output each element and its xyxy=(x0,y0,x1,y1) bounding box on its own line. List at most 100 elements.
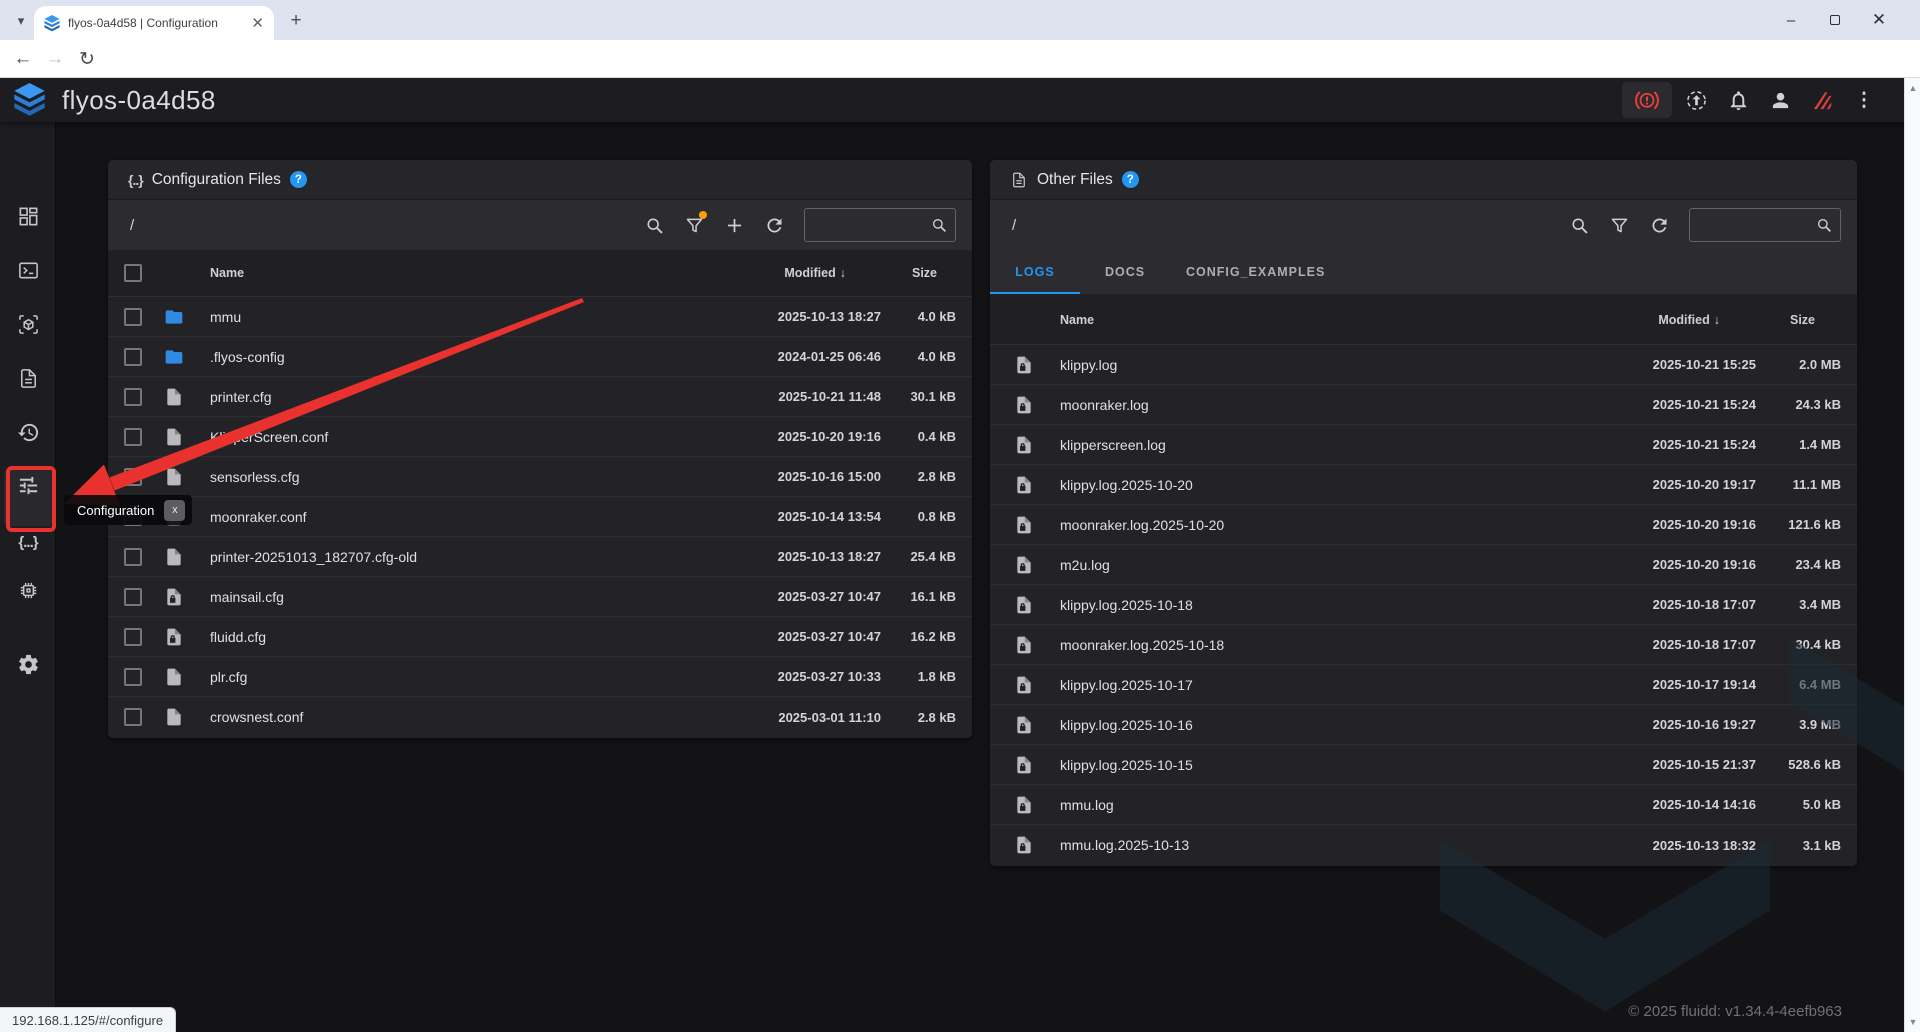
row-checkbox[interactable] xyxy=(124,628,142,646)
table-row[interactable]: printer-20251013_182707.cfg-old 2025-10-… xyxy=(108,537,972,577)
account-icon xyxy=(1769,89,1792,112)
table-row[interactable]: mainsail.cfg 2025-03-27 10:47 16.1 kB xyxy=(108,577,972,617)
row-checkbox[interactable] xyxy=(124,388,142,406)
sidebar: {...} xyxy=(0,122,56,1032)
table-row[interactable]: mmu 2025-10-13 18:27 4.0 kB xyxy=(108,297,972,337)
help-icon[interactable] xyxy=(1122,171,1139,188)
row-checkbox[interactable] xyxy=(124,428,142,446)
reload-button[interactable]: ↻ xyxy=(72,40,102,78)
table-row[interactable]: KlipperScreen.conf 2025-10-20 19:16 0.4 … xyxy=(108,417,972,457)
table-row[interactable]: plr.cfg 2025-03-27 10:33 1.8 kB xyxy=(108,657,972,697)
row-checkbox[interactable] xyxy=(124,588,142,606)
folder-icon xyxy=(164,307,210,327)
table-row[interactable]: moonraker.log 2025-10-21 15:24 24.3 kB xyxy=(990,385,1857,425)
table-row[interactable]: moonraker.conf 2025-10-14 13:54 0.8 kB xyxy=(108,497,972,537)
tab-search-button[interactable]: ▾ xyxy=(8,9,34,33)
sidebar-item-history[interactable] xyxy=(4,408,52,456)
app-menu-button[interactable]: ⋮ xyxy=(1846,78,1882,122)
table-header: Name Modified Size xyxy=(108,250,972,297)
search-icon xyxy=(644,215,665,236)
app-header: flyos-0a4d58 ⋮ xyxy=(0,78,1904,122)
new-tab-button[interactable]: + xyxy=(284,9,308,33)
table-row[interactable]: moonraker.log.2025-10-20 2025-10-20 19:1… xyxy=(990,505,1857,545)
folder-tab[interactable]: CONFIG_EXAMPLES xyxy=(1170,250,1341,294)
sidebar-item-system[interactable] xyxy=(4,566,52,614)
sidebar-item-gcode-preview[interactable] xyxy=(4,300,52,348)
filter-button[interactable] xyxy=(682,213,706,237)
row-checkbox[interactable] xyxy=(124,468,142,486)
column-size[interactable]: Size xyxy=(881,266,956,280)
row-checkbox[interactable] xyxy=(124,348,142,366)
search-button[interactable] xyxy=(1567,213,1591,237)
scroll-up-icon[interactable]: ▲ xyxy=(1905,80,1920,96)
refresh-icon xyxy=(1649,215,1670,236)
file-lock-icon xyxy=(1014,395,1060,415)
select-all-checkbox[interactable] xyxy=(124,264,142,282)
panel-title-bar: {..} Configuration Files xyxy=(108,160,972,200)
tab-title: flyos-0a4d58 | Configuration xyxy=(68,16,243,30)
browser-tab[interactable]: flyos-0a4d58 | Configuration ✕ xyxy=(34,6,274,40)
table-row[interactable]: m2u.log 2025-10-20 19:16 23.4 kB xyxy=(990,545,1857,585)
user-button[interactable] xyxy=(1762,78,1798,122)
table-row[interactable]: sensorless.cfg 2025-10-16 15:00 2.8 kB xyxy=(108,457,972,497)
window-close-button[interactable]: ✕ xyxy=(1870,11,1888,29)
column-size[interactable]: Size xyxy=(1756,313,1841,327)
sidebar-item-settings[interactable] xyxy=(4,640,52,688)
help-icon[interactable] xyxy=(290,171,307,188)
row-checkbox[interactable] xyxy=(124,708,142,726)
table-row[interactable]: klippy.log.2025-10-17 2025-10-17 19:14 6… xyxy=(990,665,1857,705)
search-icon xyxy=(930,216,948,234)
table-row[interactable]: klipperscreen.log 2025-10-21 15:24 1.4 M… xyxy=(990,425,1857,465)
folder-icon xyxy=(164,347,210,367)
updates-button[interactable] xyxy=(1678,78,1714,122)
file-lock-icon xyxy=(164,587,210,607)
table-row[interactable]: mmu.log.2025-10-13 2025-10-13 18:32 3.1 … xyxy=(990,825,1857,865)
chip-icon xyxy=(17,579,40,602)
sidebar-item-console[interactable] xyxy=(4,246,52,294)
folder-tab[interactable]: LOGS xyxy=(990,250,1080,294)
row-checkbox[interactable] xyxy=(124,548,142,566)
scroll-down-icon[interactable]: ▼ xyxy=(1905,1014,1920,1030)
file-lock-icon xyxy=(1014,795,1060,815)
filter-button[interactable] xyxy=(1607,213,1631,237)
window-minimize-button[interactable]: – xyxy=(1782,11,1800,29)
sidebar-item-dashboard[interactable] xyxy=(4,192,52,240)
forward-button[interactable]: → xyxy=(40,40,70,78)
file-lock-icon xyxy=(1014,355,1060,375)
page-scrollbar[interactable]: ▲ ▼ xyxy=(1904,78,1920,1032)
klipper-logo-button[interactable] xyxy=(1804,78,1840,122)
gear-icon xyxy=(17,653,40,676)
add-file-button[interactable] xyxy=(722,213,746,237)
table-row[interactable]: crowsnest.conf 2025-03-01 11:10 2.8 kB xyxy=(108,697,972,737)
table-row[interactable]: klippy.log 2025-10-21 15:25 2.0 MB xyxy=(990,345,1857,385)
folder-tab[interactable]: DOCS xyxy=(1080,250,1170,294)
column-name[interactable]: Name xyxy=(1060,313,1531,327)
column-modified[interactable]: Modified xyxy=(1531,313,1756,327)
row-checkbox[interactable] xyxy=(124,668,142,686)
back-button[interactable]: ← xyxy=(8,40,38,78)
window-maximize-button[interactable] xyxy=(1826,11,1844,29)
current-path: / xyxy=(130,217,626,234)
table-row[interactable]: mmu.log 2025-10-14 14:16 5.0 kB xyxy=(990,785,1857,825)
refresh-button[interactable] xyxy=(762,213,786,237)
table-row[interactable]: printer.cfg 2025-10-21 11:48 30.1 kB xyxy=(108,377,972,417)
table-row[interactable]: klippy.log.2025-10-16 2025-10-16 19:27 3… xyxy=(990,705,1857,745)
file-search-field[interactable] xyxy=(1689,208,1841,242)
file-search-field[interactable] xyxy=(804,208,956,242)
search-button[interactable] xyxy=(642,213,666,237)
table-row[interactable]: fluidd.cfg 2025-03-27 10:47 16.2 kB xyxy=(108,617,972,657)
notifications-button[interactable] xyxy=(1720,78,1756,122)
table-row[interactable]: .flyos-config 2024-01-25 06:46 4.0 kB xyxy=(108,337,972,377)
sidebar-item-jobs[interactable] xyxy=(4,354,52,402)
table-row[interactable]: klippy.log.2025-10-20 2025-10-20 19:17 1… xyxy=(990,465,1857,505)
emergency-stop-button[interactable] xyxy=(1622,82,1672,118)
table-row[interactable]: klippy.log.2025-10-15 2025-10-15 21:37 5… xyxy=(990,745,1857,785)
row-checkbox[interactable] xyxy=(124,308,142,326)
column-name[interactable]: Name xyxy=(210,266,656,280)
panel-toolbar: / xyxy=(108,200,972,250)
table-row[interactable]: klippy.log.2025-10-18 2025-10-18 17:07 3… xyxy=(990,585,1857,625)
table-row[interactable]: moonraker.log.2025-10-18 2025-10-18 17:0… xyxy=(990,625,1857,665)
refresh-button[interactable] xyxy=(1647,213,1671,237)
tab-close-icon[interactable]: ✕ xyxy=(251,16,264,31)
column-modified[interactable]: Modified xyxy=(656,266,881,280)
